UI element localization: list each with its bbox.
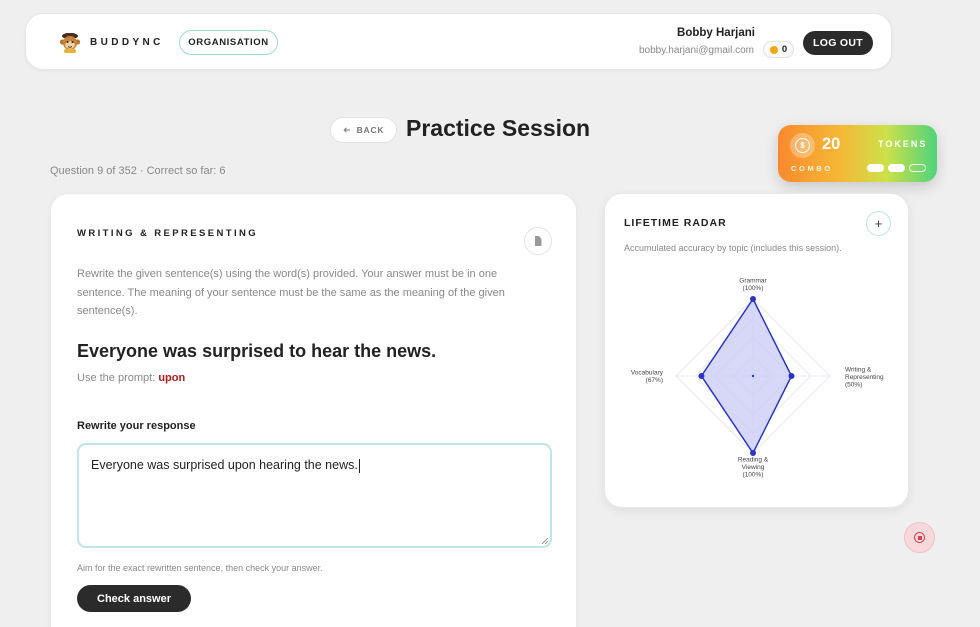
stop-record-icon [914, 532, 925, 543]
token-count: 20 [822, 135, 841, 153]
question-section-title: WRITING & REPRESENTING [77, 228, 259, 239]
question-card: WRITING & REPRESENTING Rewrite the given… [50, 193, 577, 627]
radar-axis-label: Vocabulary (67%) [631, 369, 664, 384]
coin-icon [769, 45, 778, 54]
page-title: Practice Session [406, 115, 591, 141]
text-caret [358, 458, 360, 473]
question-progress: Question 9 of 352 · Correct so far: 6 [50, 165, 226, 177]
organisation-button[interactable]: ORGANISATION [179, 30, 278, 55]
tokens-label: TOKENS [878, 139, 928, 149]
response-textarea[interactable]: Everyone was surprised upon hearing the … [77, 443, 552, 548]
arrow-left-icon [343, 127, 350, 133]
document-icon [534, 236, 542, 246]
radar-axis-label: Writing & Representing (50%) [845, 367, 884, 389]
radar-point [750, 450, 756, 456]
combo-label: COMBO [791, 164, 833, 173]
top-bar: BUDDYNC ORGANISATION Bobby Harjani bobby… [25, 13, 892, 70]
user-name: Bobby Harjani [677, 27, 755, 39]
response-text: Everyone was surprised upon hearing the … [91, 458, 358, 472]
resize-handle-icon[interactable] [542, 538, 548, 544]
combo-pill [909, 164, 926, 172]
radar-point [788, 373, 795, 379]
radar-point [698, 373, 705, 379]
brand-name: BUDDYNC [90, 37, 164, 48]
combo-pill [888, 164, 905, 172]
prompt-prefix: Use the prompt: [77, 372, 159, 384]
radar-point [750, 296, 756, 302]
monkey-logo-icon[interactable] [59, 31, 81, 53]
document-button[interactable] [524, 227, 552, 255]
coin-icon: $ [790, 133, 815, 158]
check-answer-button[interactable]: Check answer [77, 585, 191, 612]
coin-balance: 0 [763, 41, 794, 58]
stop-record-button[interactable] [904, 522, 935, 553]
radar-axis-label: Reading & Viewing (100%) [738, 457, 769, 479]
user-email: bobby.harjani@gmail.com [638, 45, 754, 56]
radar-center [751, 374, 755, 378]
question-sentence: Everyone was surprised to hear the news. [77, 341, 437, 361]
response-hint: Aim for the exact rewritten sentence, th… [77, 563, 323, 573]
radar-area [700, 297, 793, 455]
question-instruction: Rewrite the given sentence(s) using the … [77, 268, 505, 317]
radar-axis-label: Grammar (100%) [739, 277, 767, 292]
coin-count: 0 [781, 44, 788, 55]
prompt-word: upon [158, 372, 186, 384]
back-label: BACK [356, 125, 385, 135]
combo-indicator [867, 164, 926, 172]
radar-chart: Grammar (100%) Writing & Representing (50%) R… [631, 277, 884, 479]
back-button[interactable]: BACK [330, 117, 397, 143]
radar-card: LIFETIME RADAR + Accumulated accuracy by… [604, 193, 909, 508]
logout-button[interactable]: LOG OUT [803, 31, 873, 55]
combo-pill [867, 164, 884, 172]
question-prompt: Use the prompt: upon [77, 372, 185, 384]
response-label: Rewrite your response [77, 420, 196, 432]
tokens-widget: $ 20 TOKENS COMBO [778, 125, 937, 182]
